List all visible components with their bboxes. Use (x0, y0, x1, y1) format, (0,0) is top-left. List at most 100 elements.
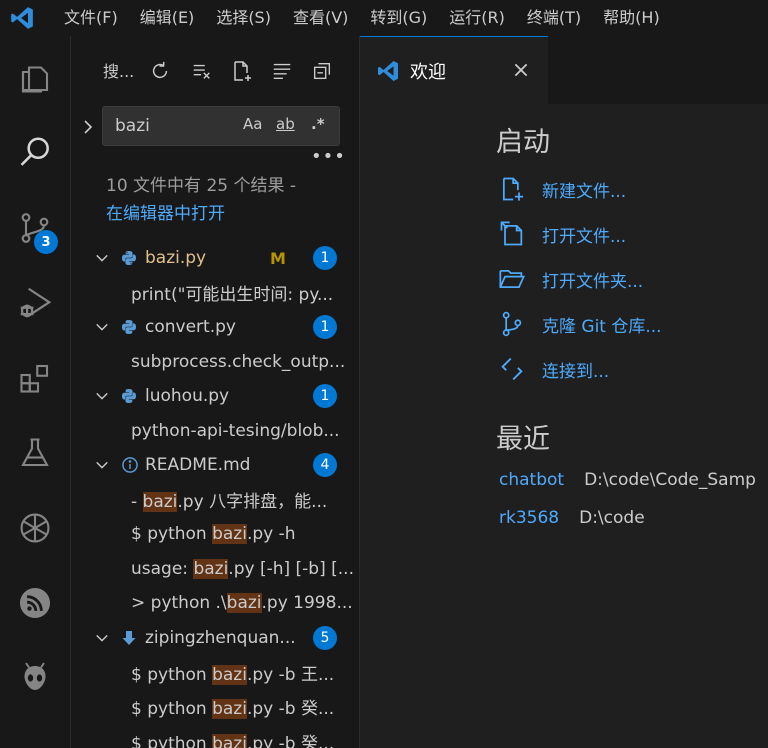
recent-item[interactable]: rk3568 D:\code (499, 508, 645, 528)
toggle-replace-chevron-right-icon[interactable] (77, 116, 99, 138)
match-text: .py -h (246, 524, 296, 545)
result-file-name: convert.py (145, 317, 236, 338)
chevron-down-icon[interactable] (91, 389, 113, 403)
run-debug-icon[interactable] (0, 273, 70, 333)
source-control-icon[interactable]: 3 (0, 198, 70, 258)
open-in-editor-link[interactable]: 在编辑器中打开 (106, 200, 346, 228)
match-text: subprocess.check_outp... (131, 351, 346, 372)
extensions-icon[interactable] (0, 348, 70, 408)
source-control-badge: 3 (34, 230, 58, 254)
testing-flask-icon[interactable] (0, 423, 70, 483)
match-text: .py 八字排盘，能... (177, 492, 328, 513)
use-regex-toggle[interactable]: .* (311, 115, 325, 133)
menu-help[interactable]: 帮助(H) (592, 0, 671, 36)
new-search-editor-icon[interactable] (229, 58, 255, 84)
close-icon[interactable] (512, 57, 530, 79)
result-match-row[interactable]: usage: bazi.py [-h] [-b] [... (71, 552, 359, 587)
start-clone-git[interactable]: 克隆 Git 仓库... (498, 306, 662, 342)
menu-selection[interactable]: 选择(S) (205, 0, 282, 36)
start-connect[interactable]: 连接到... (498, 351, 609, 387)
clear-results-icon[interactable] (189, 58, 215, 84)
start-item-label: 打开文件... (542, 226, 627, 247)
chevron-down-icon[interactable] (91, 251, 113, 265)
python-file-icon (121, 250, 141, 266)
start-item-label: 连接到... (542, 361, 610, 382)
info-icon (121, 456, 141, 474)
explorer-files-icon[interactable] (0, 48, 70, 108)
search-input[interactable]: bazi (115, 116, 150, 136)
start-heading: 启动 (496, 127, 550, 158)
match-text: $ python (131, 733, 213, 748)
start-item-label: 新建文件... (542, 181, 627, 202)
start-item-label: 打开文件夹... (542, 271, 644, 292)
search-input-box[interactable]: bazi Aa ab .* (102, 106, 340, 146)
result-match-row[interactable]: $ python bazi.py -h (71, 517, 359, 552)
recent-item[interactable]: chatbot D:\code\Code_Samp (499, 470, 756, 490)
match-text: .py -b 癸... (246, 733, 335, 748)
result-match-row[interactable]: - bazi.py 八字排盘，能... (71, 483, 359, 518)
search-header: 搜... (71, 36, 359, 104)
chevron-down-icon[interactable] (91, 320, 113, 334)
result-match-row[interactable]: python-api-tesing/blob... (71, 414, 359, 449)
alien-icon[interactable] (0, 648, 70, 708)
more-options-ellipsis-icon[interactable]: ••• (311, 146, 346, 167)
match-count-badge: 5 (313, 625, 337, 650)
chevron-down-icon[interactable] (91, 458, 113, 472)
match-text: .py [-h] [-b] [... (228, 558, 354, 579)
start-item-label: 克隆 Git 仓库... (542, 316, 662, 337)
menu-run[interactable]: 运行(R) (438, 0, 516, 36)
match-text: $ python (131, 699, 213, 720)
match-text: $ python (131, 524, 213, 545)
result-file-name: bazi.py (145, 248, 207, 269)
result-match-row[interactable]: $ python bazi.py -b 王... (71, 655, 359, 690)
result-file-row[interactable]: convert.py 1 (71, 310, 359, 345)
match-text: usage: (131, 558, 194, 579)
open-file-icon (498, 220, 532, 248)
match-text: print("可能出生时间: py... (131, 285, 334, 306)
recent-item-name[interactable]: chatbot (499, 470, 564, 490)
result-match-row[interactable]: $ python bazi.py -b 癸... (71, 724, 359, 748)
match-highlight: bazi (212, 699, 247, 720)
recent-item-path: D:\code\Code_Samp (584, 470, 756, 490)
result-match-row[interactable]: print("可能出生时间: py... (71, 276, 359, 311)
collapse-all-lines-icon[interactable] (269, 58, 295, 84)
menu-file[interactable]: 文件(F) (44, 0, 129, 36)
git-clone-icon (498, 310, 532, 338)
match-count-badge: 1 (313, 246, 337, 271)
refresh-icon[interactable] (147, 58, 173, 84)
collapse-all-icon[interactable] (309, 58, 335, 84)
openai-icon[interactable] (0, 498, 70, 558)
match-text: .py 1998... (261, 593, 353, 614)
markdown-download-icon (121, 630, 141, 646)
menu-terminal[interactable]: 终端(T) (516, 0, 592, 36)
match-highlight: bazi (212, 664, 247, 685)
recent-item-name[interactable]: rk3568 (499, 508, 559, 528)
result-file-row[interactable]: zipingzhenquan... 5 (71, 621, 359, 656)
match-highlight: bazi (226, 593, 262, 614)
match-case-toggle[interactable]: Aa (243, 115, 262, 133)
result-match-row[interactable]: > python .\bazi.py 1998... (71, 586, 359, 621)
search-icon[interactable] (0, 123, 70, 183)
menu-view[interactable]: 查看(V) (282, 0, 359, 36)
result-match-row[interactable]: $ python bazi.py -b 癸... (71, 690, 359, 725)
result-file-row[interactable]: README.md 4 (71, 448, 359, 483)
menu-go[interactable]: 转到(G) (359, 0, 438, 36)
start-open-folder[interactable]: 打开文件夹... (498, 261, 643, 297)
result-match-row[interactable]: subprocess.check_outp... (71, 345, 359, 380)
remote-connect-icon (498, 355, 532, 383)
match-whole-word-toggle[interactable]: ab (276, 115, 295, 133)
welcome-page: 启动 新建文件... 打开文件... 打开文件夹... 克隆 Git 仓库...… (360, 104, 768, 748)
result-file-name: zipingzhenquan... (145, 627, 296, 648)
result-file-row[interactable]: luohou.py 1 (71, 379, 359, 414)
start-new-file[interactable]: 新建文件... (498, 171, 626, 207)
chevron-down-icon[interactable] (91, 631, 113, 645)
match-count-badge: 1 (313, 315, 337, 340)
start-open-file[interactable]: 打开文件... (498, 216, 626, 252)
match-highlight: bazi (212, 524, 247, 545)
new-file-icon (498, 175, 532, 203)
rss-feed-icon[interactable] (0, 573, 70, 633)
result-file-row[interactable]: bazi.py M 1 (71, 241, 359, 276)
tab-welcome[interactable]: 欢迎 (360, 36, 548, 104)
activity-bar: 3 (0, 36, 71, 748)
menu-edit[interactable]: 编辑(E) (129, 0, 206, 36)
